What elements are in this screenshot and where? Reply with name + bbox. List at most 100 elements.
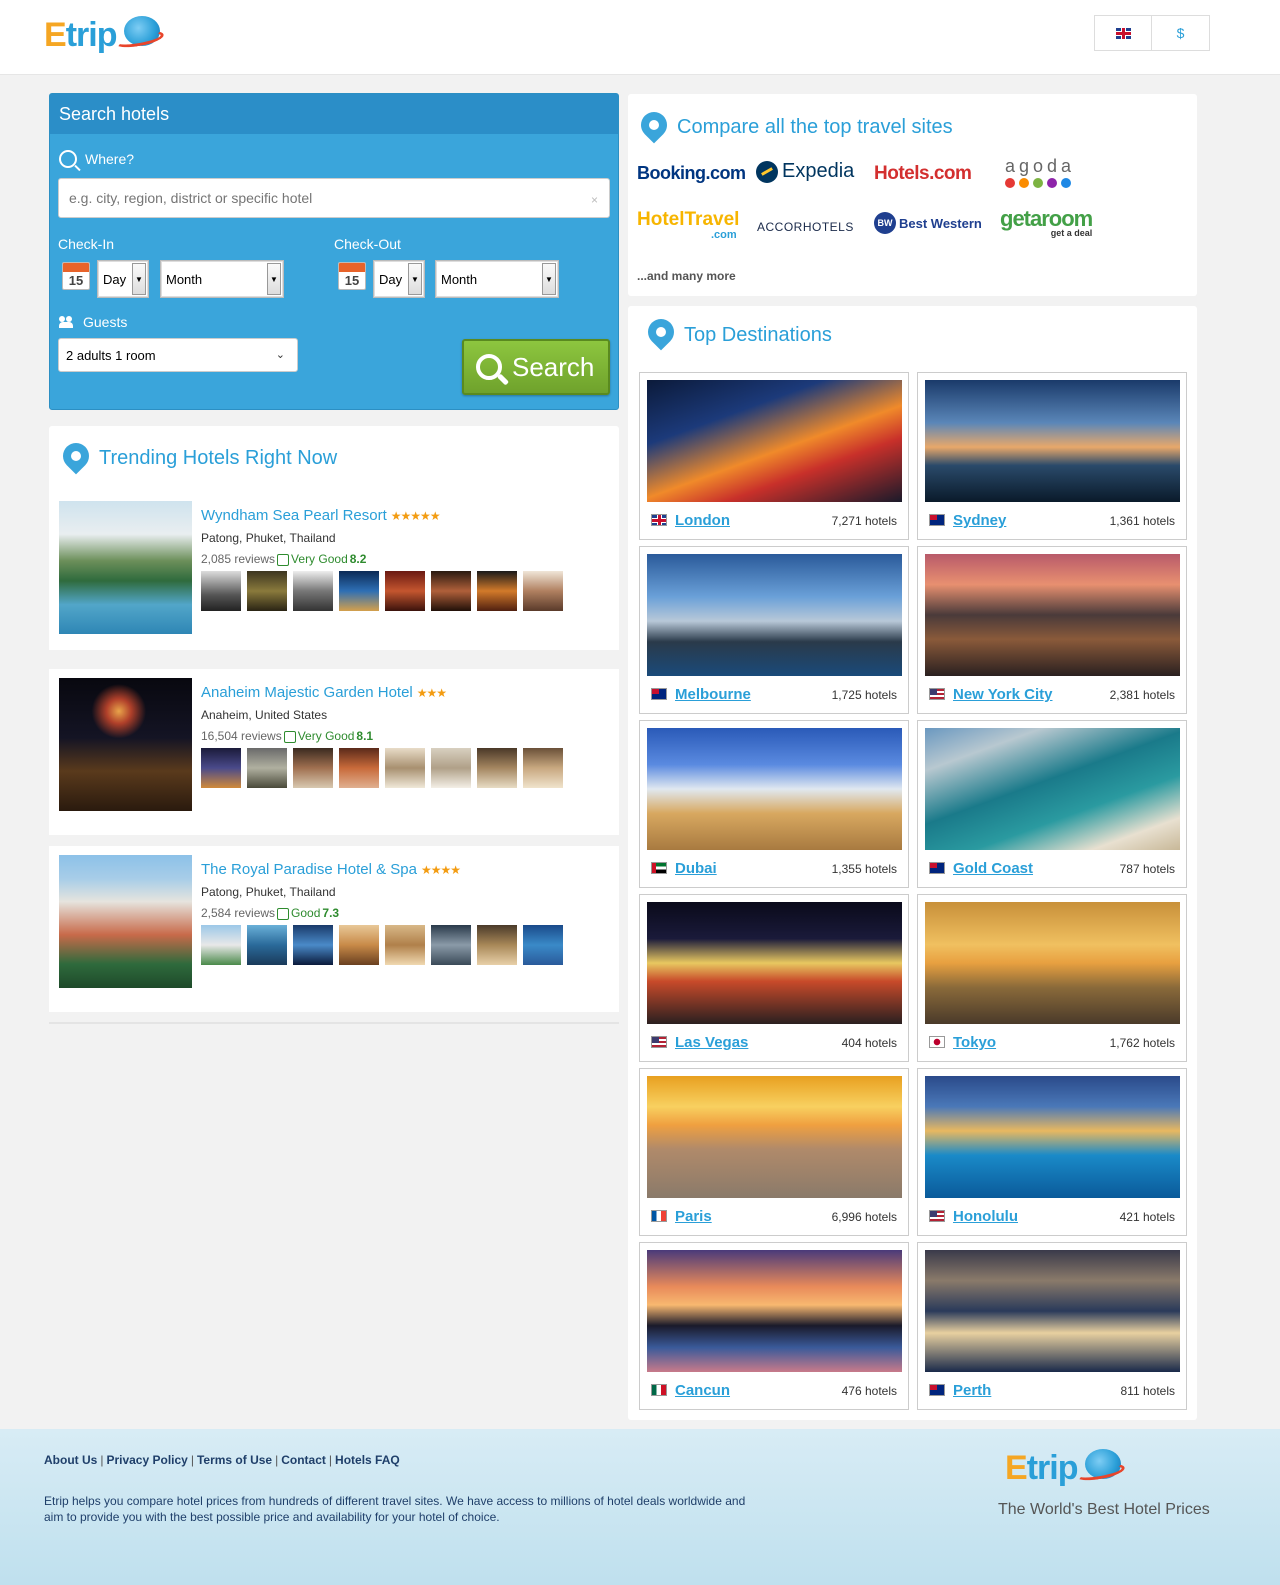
etrip-logo[interactable]: Etrip: [44, 14, 166, 60]
destination-photo[interactable]: [647, 554, 902, 676]
hotel-thumbnail[interactable]: [339, 571, 379, 611]
usa-flag-icon: [929, 1210, 945, 1222]
hotel-card: The Royal Paradise Hotel & Spa ★★★★ Paton…: [49, 846, 619, 1012]
destination-photo[interactable]: [647, 380, 902, 502]
trending-header: Trending Hotels Right Now: [49, 426, 619, 496]
contact-link[interactable]: Contact: [281, 1453, 326, 1467]
hotel-name-link[interactable]: The Royal Paradise Hotel & Spa ★★★★: [201, 861, 461, 878]
guests-select[interactable]: 2 adults 1 room ⌄: [58, 338, 298, 372]
destination-link[interactable]: Honolulu: [953, 1208, 1018, 1225]
hotel-thumbnail[interactable]: [523, 571, 563, 611]
checkout-day-select[interactable]: Day ▼: [373, 260, 425, 298]
usa-flag-icon: [929, 688, 945, 700]
clear-icon[interactable]: ×: [591, 193, 598, 207]
destination-card-cancun[interactable]: Cancun 476 hotels: [639, 1242, 909, 1410]
destination-card-sydney[interactable]: Sydney 1,361 hotels: [917, 372, 1187, 540]
destination-card-melbourne[interactable]: Melbourne 1,725 hotels: [639, 546, 909, 714]
search-button[interactable]: Search: [462, 339, 610, 395]
hotel-thumbnail[interactable]: [477, 748, 517, 788]
destination-photo[interactable]: [925, 1250, 1180, 1372]
destination-photo[interactable]: [925, 380, 1180, 502]
language-button[interactable]: [1094, 15, 1152, 51]
destination-link[interactable]: Melbourne: [675, 686, 751, 703]
hotels-com-logo: Hotels.com: [874, 163, 972, 184]
hotel-name-link[interactable]: Anaheim Majestic Garden Hotel ★★★: [201, 684, 447, 701]
hotel-thumbnail[interactable]: [293, 925, 333, 965]
hotel-thumbnail[interactable]: [339, 748, 379, 788]
destination-card-gold-coast[interactable]: Gold Coast 787 hotels: [917, 720, 1187, 888]
destination-card-honolulu[interactable]: Honolulu 421 hotels: [917, 1068, 1187, 1236]
hotel-thumbnail[interactable]: [201, 925, 241, 965]
destination-card-perth[interactable]: Perth 811 hotels: [917, 1242, 1187, 1410]
destination-link[interactable]: Sydney: [953, 512, 1006, 529]
hotels-faq-link[interactable]: Hotels FAQ: [335, 1453, 400, 1467]
destination-link[interactable]: Gold Coast: [953, 860, 1033, 877]
star-rating: ★★★★★: [390, 509, 441, 523]
destination-link[interactable]: Tokyo: [953, 1034, 996, 1051]
destination-photo[interactable]: [925, 902, 1180, 1024]
destination-link[interactable]: Las Vegas: [675, 1034, 748, 1051]
hotel-thumbnail[interactable]: [247, 571, 287, 611]
calendar-icon[interactable]: 15: [62, 262, 90, 290]
destination-photo[interactable]: [925, 728, 1180, 850]
about-us-link[interactable]: About Us: [44, 1453, 97, 1467]
hotel-thumbnail[interactable]: [293, 571, 333, 611]
hotel-thumbnail[interactable]: [523, 748, 563, 788]
destination-photo[interactable]: [647, 902, 902, 1024]
hotel-count: 1,361 hotels: [1109, 514, 1175, 528]
hotel-thumbnail[interactable]: [477, 571, 517, 611]
destination-link[interactable]: Perth: [953, 1382, 991, 1399]
destination-card-las-vegas[interactable]: Las Vegas 404 hotels: [639, 894, 909, 1062]
currency-button[interactable]: $: [1152, 15, 1210, 51]
logo-wordmark: Etrip: [44, 16, 117, 54]
hotel-thumbnail[interactable]: [431, 748, 471, 788]
hotel-thumbnail[interactable]: [201, 571, 241, 611]
destination-link[interactable]: Paris: [675, 1208, 712, 1225]
hotel-thumbnail[interactable]: [477, 925, 517, 965]
hotel-thumbnail[interactable]: [431, 571, 471, 611]
uae-flag-icon: [651, 862, 667, 874]
hotel-thumbnail[interactable]: [247, 925, 287, 965]
terms-of-use-link[interactable]: Terms of Use: [197, 1453, 272, 1467]
destination-card-dubai[interactable]: Dubai 1,355 hotels: [639, 720, 909, 888]
hotel-thumbnail[interactable]: [523, 925, 563, 965]
hotel-thumbnail[interactable]: [385, 748, 425, 788]
footer-logo[interactable]: Etrip: [1005, 1447, 1127, 1493]
destination-link[interactable]: Dubai: [675, 860, 717, 877]
checkin-day-select[interactable]: Day ▼: [97, 260, 149, 298]
destination-link[interactable]: Cancun: [675, 1382, 730, 1399]
expedia-logo: Expedia: [756, 160, 854, 183]
destination-card-paris[interactable]: Paris 6,996 hotels: [639, 1068, 909, 1236]
hotel-name-link[interactable]: Wyndham Sea Pearl Resort ★★★★★: [201, 507, 441, 524]
hotel-thumbnail[interactable]: [201, 748, 241, 788]
destination-photo[interactable]: [925, 554, 1180, 676]
destination-input[interactable]: [58, 178, 610, 218]
destination-link[interactable]: London: [675, 512, 730, 529]
destination-photo[interactable]: [647, 1250, 902, 1372]
hotel-thumbnail[interactable]: [293, 748, 333, 788]
hotel-thumbnail[interactable]: [339, 925, 379, 965]
search-icon: [476, 354, 502, 380]
calendar-icon[interactable]: 15: [338, 262, 366, 290]
hotel-thumbnail[interactable]: [431, 925, 471, 965]
hotel-count: 1,762 hotels: [1109, 1036, 1175, 1050]
hotel-photo[interactable]: [59, 855, 192, 988]
hotel-thumbnail[interactable]: [385, 925, 425, 965]
destination-card-new-york-city[interactable]: New York City 2,381 hotels: [917, 546, 1187, 714]
hotel-location: Patong, Phuket, Thailand: [201, 885, 336, 899]
destination-photo[interactable]: [647, 728, 902, 850]
destination-card-london[interactable]: London 7,271 hotels: [639, 372, 909, 540]
hotel-photo[interactable]: [59, 501, 192, 634]
star-rating: ★★★★: [420, 863, 461, 877]
destination-link[interactable]: New York City: [953, 686, 1052, 703]
checkin-month-select[interactable]: Month ▼: [160, 260, 284, 298]
privacy-policy-link[interactable]: Privacy Policy: [106, 1453, 187, 1467]
destination-photo[interactable]: [647, 1076, 902, 1198]
destination-card-tokyo[interactable]: Tokyo 1,762 hotels: [917, 894, 1187, 1062]
checkout-month-select[interactable]: Month ▼: [435, 260, 559, 298]
destination-photo[interactable]: [925, 1076, 1180, 1198]
hotel-photo[interactable]: [59, 678, 192, 811]
japan-flag-icon: [929, 1036, 945, 1048]
hotel-thumbnail[interactable]: [385, 571, 425, 611]
hotel-thumbnail[interactable]: [247, 748, 287, 788]
